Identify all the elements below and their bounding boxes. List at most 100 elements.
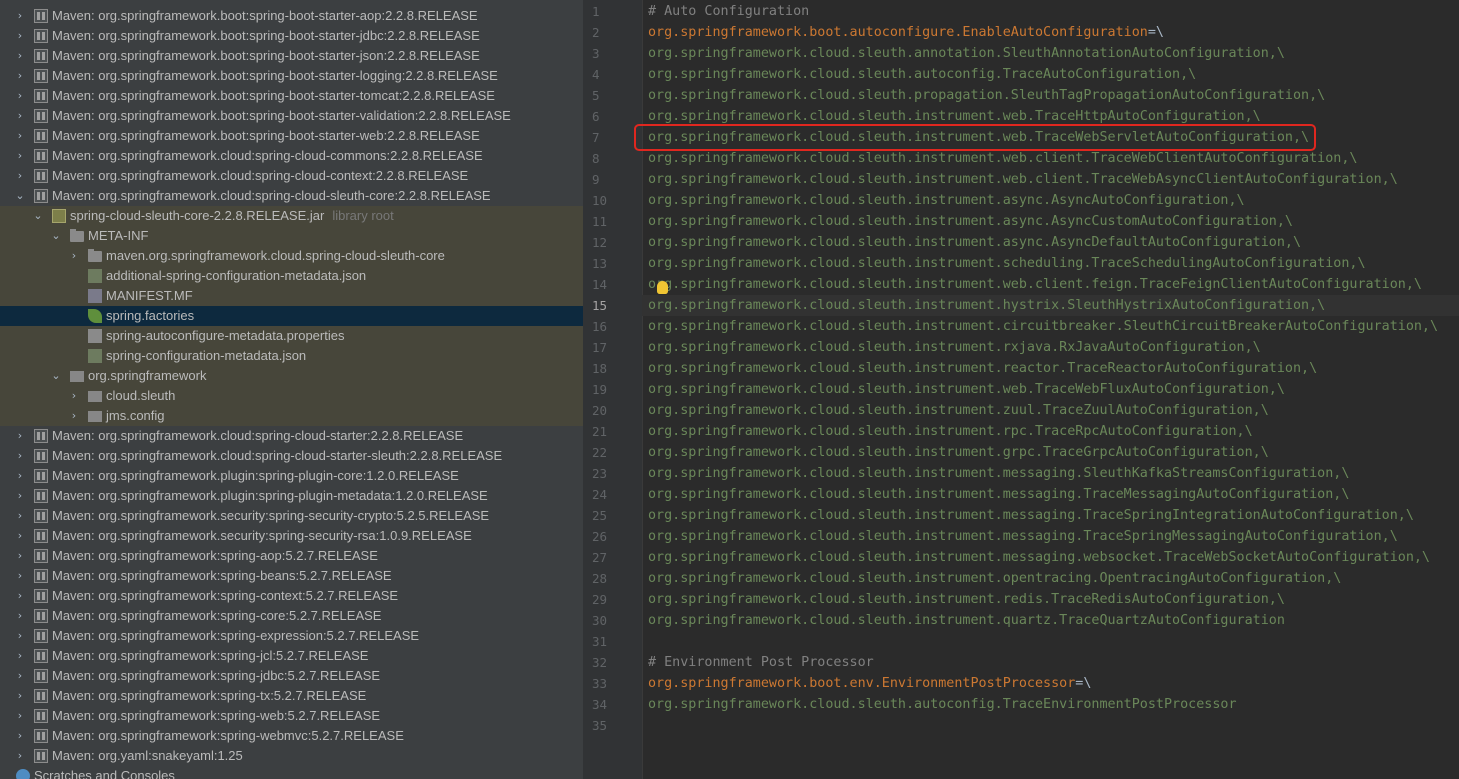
- tree-row[interactable]: › Maven: org.springframework:spring-jcl:5…: [0, 646, 583, 666]
- code-line[interactable]: org.springframework.cloud.sleuth.instrum…: [648, 337, 1261, 358]
- code-line[interactable]: org.springframework.cloud.sleuth.instrum…: [648, 526, 1398, 547]
- code-line[interactable]: org.springframework.cloud.sleuth.autocon…: [648, 694, 1237, 715]
- tree-row[interactable]: spring-autoconfigure-metadata.properties: [0, 326, 583, 346]
- code-line[interactable]: org.springframework.boot.autoconfigure.E…: [648, 22, 1164, 43]
- chevron-right-icon[interactable]: ›: [14, 586, 26, 606]
- code-line[interactable]: org.springframework.cloud.sleuth.instrum…: [648, 253, 1366, 274]
- chevron-right-icon[interactable]: ›: [14, 26, 26, 46]
- tree-row[interactable]: MANIFEST.MF: [0, 286, 583, 306]
- chevron-right-icon[interactable]: ›: [14, 106, 26, 126]
- code-line[interactable]: org.springframework.cloud.sleuth.instrum…: [648, 421, 1253, 442]
- chevron-down-icon[interactable]: ⌄: [14, 186, 26, 206]
- code-line[interactable]: org.springframework.cloud.sleuth.instrum…: [648, 274, 1422, 295]
- tree-row[interactable]: › Maven: org.springframework.cloud:spring…: [0, 166, 583, 186]
- chevron-right-icon[interactable]: ›: [68, 246, 80, 266]
- chevron-down-icon[interactable]: ⌄: [32, 206, 44, 226]
- tree-row[interactable]: additional-spring-configuration-metadata…: [0, 266, 583, 286]
- tree-row[interactable]: › Maven: org.springframework.boot:spring-…: [0, 46, 583, 66]
- chevron-right-icon[interactable]: ›: [14, 126, 26, 146]
- chevron-right-icon[interactable]: ›: [14, 606, 26, 626]
- lightbulb-icon[interactable]: [657, 281, 668, 294]
- code-line[interactable]: org.springframework.cloud.sleuth.instrum…: [648, 505, 1414, 526]
- code-line[interactable]: org.springframework.cloud.sleuth.instrum…: [648, 610, 1285, 631]
- code-line[interactable]: org.springframework.cloud.sleuth.instrum…: [648, 232, 1301, 253]
- chevron-right-icon[interactable]: ›: [14, 486, 26, 506]
- chevron-right-icon[interactable]: ›: [14, 506, 26, 526]
- tree-row[interactable]: › Maven: org.springframework.plugin:sprin…: [0, 486, 583, 506]
- chevron-right-icon[interactable]: ›: [14, 566, 26, 586]
- code-line[interactable]: org.springframework.cloud.sleuth.instrum…: [648, 211, 1293, 232]
- tree-row[interactable]: › Maven: org.springframework.plugin:sprin…: [0, 466, 583, 486]
- chevron-right-icon[interactable]: ›: [14, 546, 26, 566]
- chevron-right-icon[interactable]: ›: [14, 646, 26, 666]
- tree-row[interactable]: › Maven: org.springframework.cloud:spring…: [0, 146, 583, 166]
- tree-row[interactable]: › Maven: org.springframework:spring-webmv…: [0, 726, 583, 746]
- code-editor[interactable]: 1 2 3 4 5 6 7 8 9 10 11 12 13 14 15 16 17 18 19 20 21 22 23 24 2…: [583, 0, 1459, 779]
- chevron-right-icon[interactable]: ›: [14, 146, 26, 166]
- code-line[interactable]: org.springframework.cloud.sleuth.instrum…: [648, 169, 1398, 190]
- tree-row[interactable]: › Maven: org.springframework.boot:spring-…: [0, 126, 583, 146]
- chevron-right-icon[interactable]: ›: [14, 86, 26, 106]
- chevron-right-icon[interactable]: ›: [14, 726, 26, 746]
- code-line[interactable]: # Environment Post Processor: [648, 652, 874, 673]
- chevron-down-icon[interactable]: ⌄: [50, 226, 62, 246]
- code-line[interactable]: org.springframework.cloud.sleuth.annotat…: [648, 43, 1285, 64]
- tree-row[interactable]: Scratches and Consoles: [0, 766, 583, 779]
- code-line[interactable]: # Auto Configuration: [648, 1, 809, 22]
- chevron-right-icon[interactable]: ›: [14, 666, 26, 686]
- code-line[interactable]: org.springframework.cloud.sleuth.instrum…: [648, 148, 1357, 169]
- code-line[interactable]: org.springframework.cloud.sleuth.instrum…: [648, 568, 1341, 589]
- chevron-right-icon[interactable]: ›: [14, 166, 26, 186]
- code-line[interactable]: org.springframework.cloud.sleuth.instrum…: [648, 442, 1269, 463]
- code-line[interactable]: org.springframework.cloud.sleuth.instrum…: [648, 589, 1285, 610]
- code-line[interactable]: org.springframework.cloud.sleuth.instrum…: [648, 379, 1285, 400]
- tree-row[interactable]: ⌄ org.springframework: [0, 366, 583, 386]
- chevron-right-icon[interactable]: ›: [14, 626, 26, 646]
- tree-row[interactable]: › Maven: org.springframework.boot:spring-…: [0, 66, 583, 86]
- tree-row[interactable]: › Maven: org.springframework:spring-tx:5.…: [0, 686, 583, 706]
- tree-row[interactable]: spring.factories: [0, 306, 583, 326]
- tree-row[interactable]: › Maven: org.springframework.boot:spring-…: [0, 106, 583, 126]
- tree-row[interactable]: › Maven: org.springframework:spring-beans…: [0, 566, 583, 586]
- tree-row[interactable]: › Maven: org.springframework.security:spr…: [0, 506, 583, 526]
- chevron-right-icon[interactable]: ›: [14, 466, 26, 486]
- code-line[interactable]: org.springframework.boot.env.Environment…: [648, 673, 1091, 694]
- code-line[interactable]: org.springframework.cloud.sleuth.autocon…: [648, 64, 1196, 85]
- chevron-right-icon[interactable]: ›: [14, 66, 26, 86]
- tree-row[interactable]: › Maven: org.springframework:spring-expre…: [0, 626, 583, 646]
- chevron-right-icon[interactable]: ›: [68, 386, 80, 406]
- chevron-right-icon[interactable]: ›: [14, 446, 26, 466]
- code-line[interactable]: org.springframework.cloud.sleuth.instrum…: [648, 295, 1325, 316]
- chevron-right-icon[interactable]: ›: [14, 686, 26, 706]
- tree-row[interactable]: › Maven: org.springframework.security:spr…: [0, 526, 583, 546]
- tree-row[interactable]: › Maven: org.springframework.boot:spring-…: [0, 6, 583, 26]
- code-line[interactable]: org.springframework.cloud.sleuth.instrum…: [648, 463, 1349, 484]
- project-tree[interactable]: › Maven: org.springframework.boot:spring-…: [0, 0, 583, 779]
- chevron-right-icon[interactable]: ›: [14, 426, 26, 446]
- code-line[interactable]: org.springframework.cloud.sleuth.instrum…: [648, 547, 1430, 568]
- code-line[interactable]: org.springframework.cloud.sleuth.instrum…: [648, 190, 1245, 211]
- tree-row[interactable]: › maven.org.springframework.cloud.spring-…: [0, 246, 583, 266]
- code-line[interactable]: org.springframework.cloud.sleuth.instrum…: [648, 316, 1438, 337]
- tree-row[interactable]: › Maven: org.springframework.boot:spring-…: [0, 26, 583, 46]
- tree-row[interactable]: › cloud.sleuth: [0, 386, 583, 406]
- tree-row[interactable]: › Maven: org.springframework:spring-aop:5…: [0, 546, 583, 566]
- tree-row[interactable]: spring-configuration-metadata.json: [0, 346, 583, 366]
- chevron-right-icon[interactable]: ›: [14, 526, 26, 546]
- tree-row[interactable]: ⌄ META-INF: [0, 226, 583, 246]
- chevron-right-icon[interactable]: ›: [14, 6, 26, 26]
- chevron-right-icon[interactable]: ›: [14, 706, 26, 726]
- chevron-right-icon[interactable]: ›: [14, 746, 26, 766]
- code-line[interactable]: org.springframework.cloud.sleuth.propaga…: [648, 85, 1325, 106]
- tree-row[interactable]: ⌄ Maven: org.springframework.cloud:spring…: [0, 186, 583, 206]
- tree-row[interactable]: › Maven: org.yaml:snakeyaml:1.25: [0, 746, 583, 766]
- tree-row[interactable]: › Maven: org.springframework.boot:spring-…: [0, 86, 583, 106]
- code-line[interactable]: org.springframework.cloud.sleuth.instrum…: [648, 400, 1269, 421]
- code-line[interactable]: org.springframework.cloud.sleuth.instrum…: [648, 358, 1317, 379]
- tree-row[interactable]: ⌄ spring-cloud-sleuth-core-2.2.8.RELEASE.…: [0, 206, 583, 226]
- tree-row[interactable]: › Maven: org.springframework:spring-jdbc:…: [0, 666, 583, 686]
- chevron-right-icon[interactable]: ›: [68, 406, 80, 426]
- tree-row[interactable]: › Maven: org.springframework.cloud:spring…: [0, 446, 583, 466]
- tree-row[interactable]: › Maven: org.springframework:spring-conte…: [0, 586, 583, 606]
- chevron-down-icon[interactable]: ⌄: [50, 366, 62, 386]
